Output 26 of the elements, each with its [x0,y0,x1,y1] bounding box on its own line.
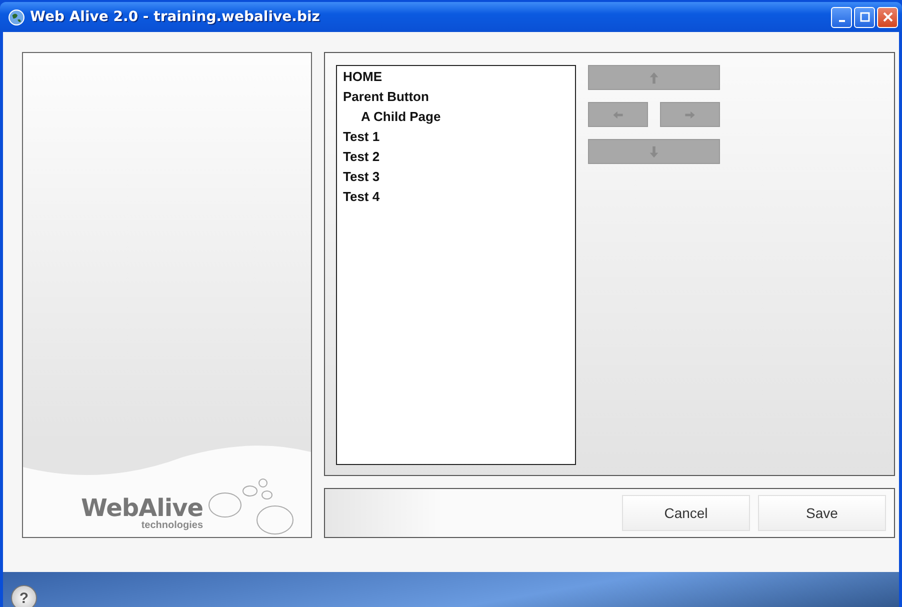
page-item[interactable]: Test 3 [343,167,569,187]
minimize-button[interactable] [831,6,852,28]
move-left-button[interactable] [588,102,648,127]
page-item[interactable]: HOME [343,67,569,87]
logo-tagline: technologies [141,520,204,531]
window-title: Web Alive 2.0 - training.webalive.biz [30,9,320,25]
maximize-icon [860,12,870,22]
page-item[interactable]: A Child Page [343,107,569,127]
down-arrow-icon [647,144,661,158]
page-item[interactable]: Parent Button [343,87,569,107]
action-button[interactable]: Cancel [622,495,750,531]
close-icon [882,12,892,22]
move-up-button[interactable] [588,65,720,90]
page-item[interactable]: Test 1 [343,127,569,147]
action-button[interactable]: Save [758,495,886,531]
maximize-button[interactable] [854,6,875,28]
move-down-button[interactable] [588,139,720,164]
up-arrow-icon [647,70,661,84]
close-button[interactable] [877,6,898,28]
logo-name: WebAlive [80,496,204,520]
page-item[interactable]: Test 4 [343,187,569,207]
minimize-icon [838,20,844,22]
help-button[interactable]: ? [11,585,37,607]
move-right-button[interactable] [660,102,720,127]
page-item[interactable]: Test 2 [343,147,569,167]
globe-icon [8,8,25,26]
